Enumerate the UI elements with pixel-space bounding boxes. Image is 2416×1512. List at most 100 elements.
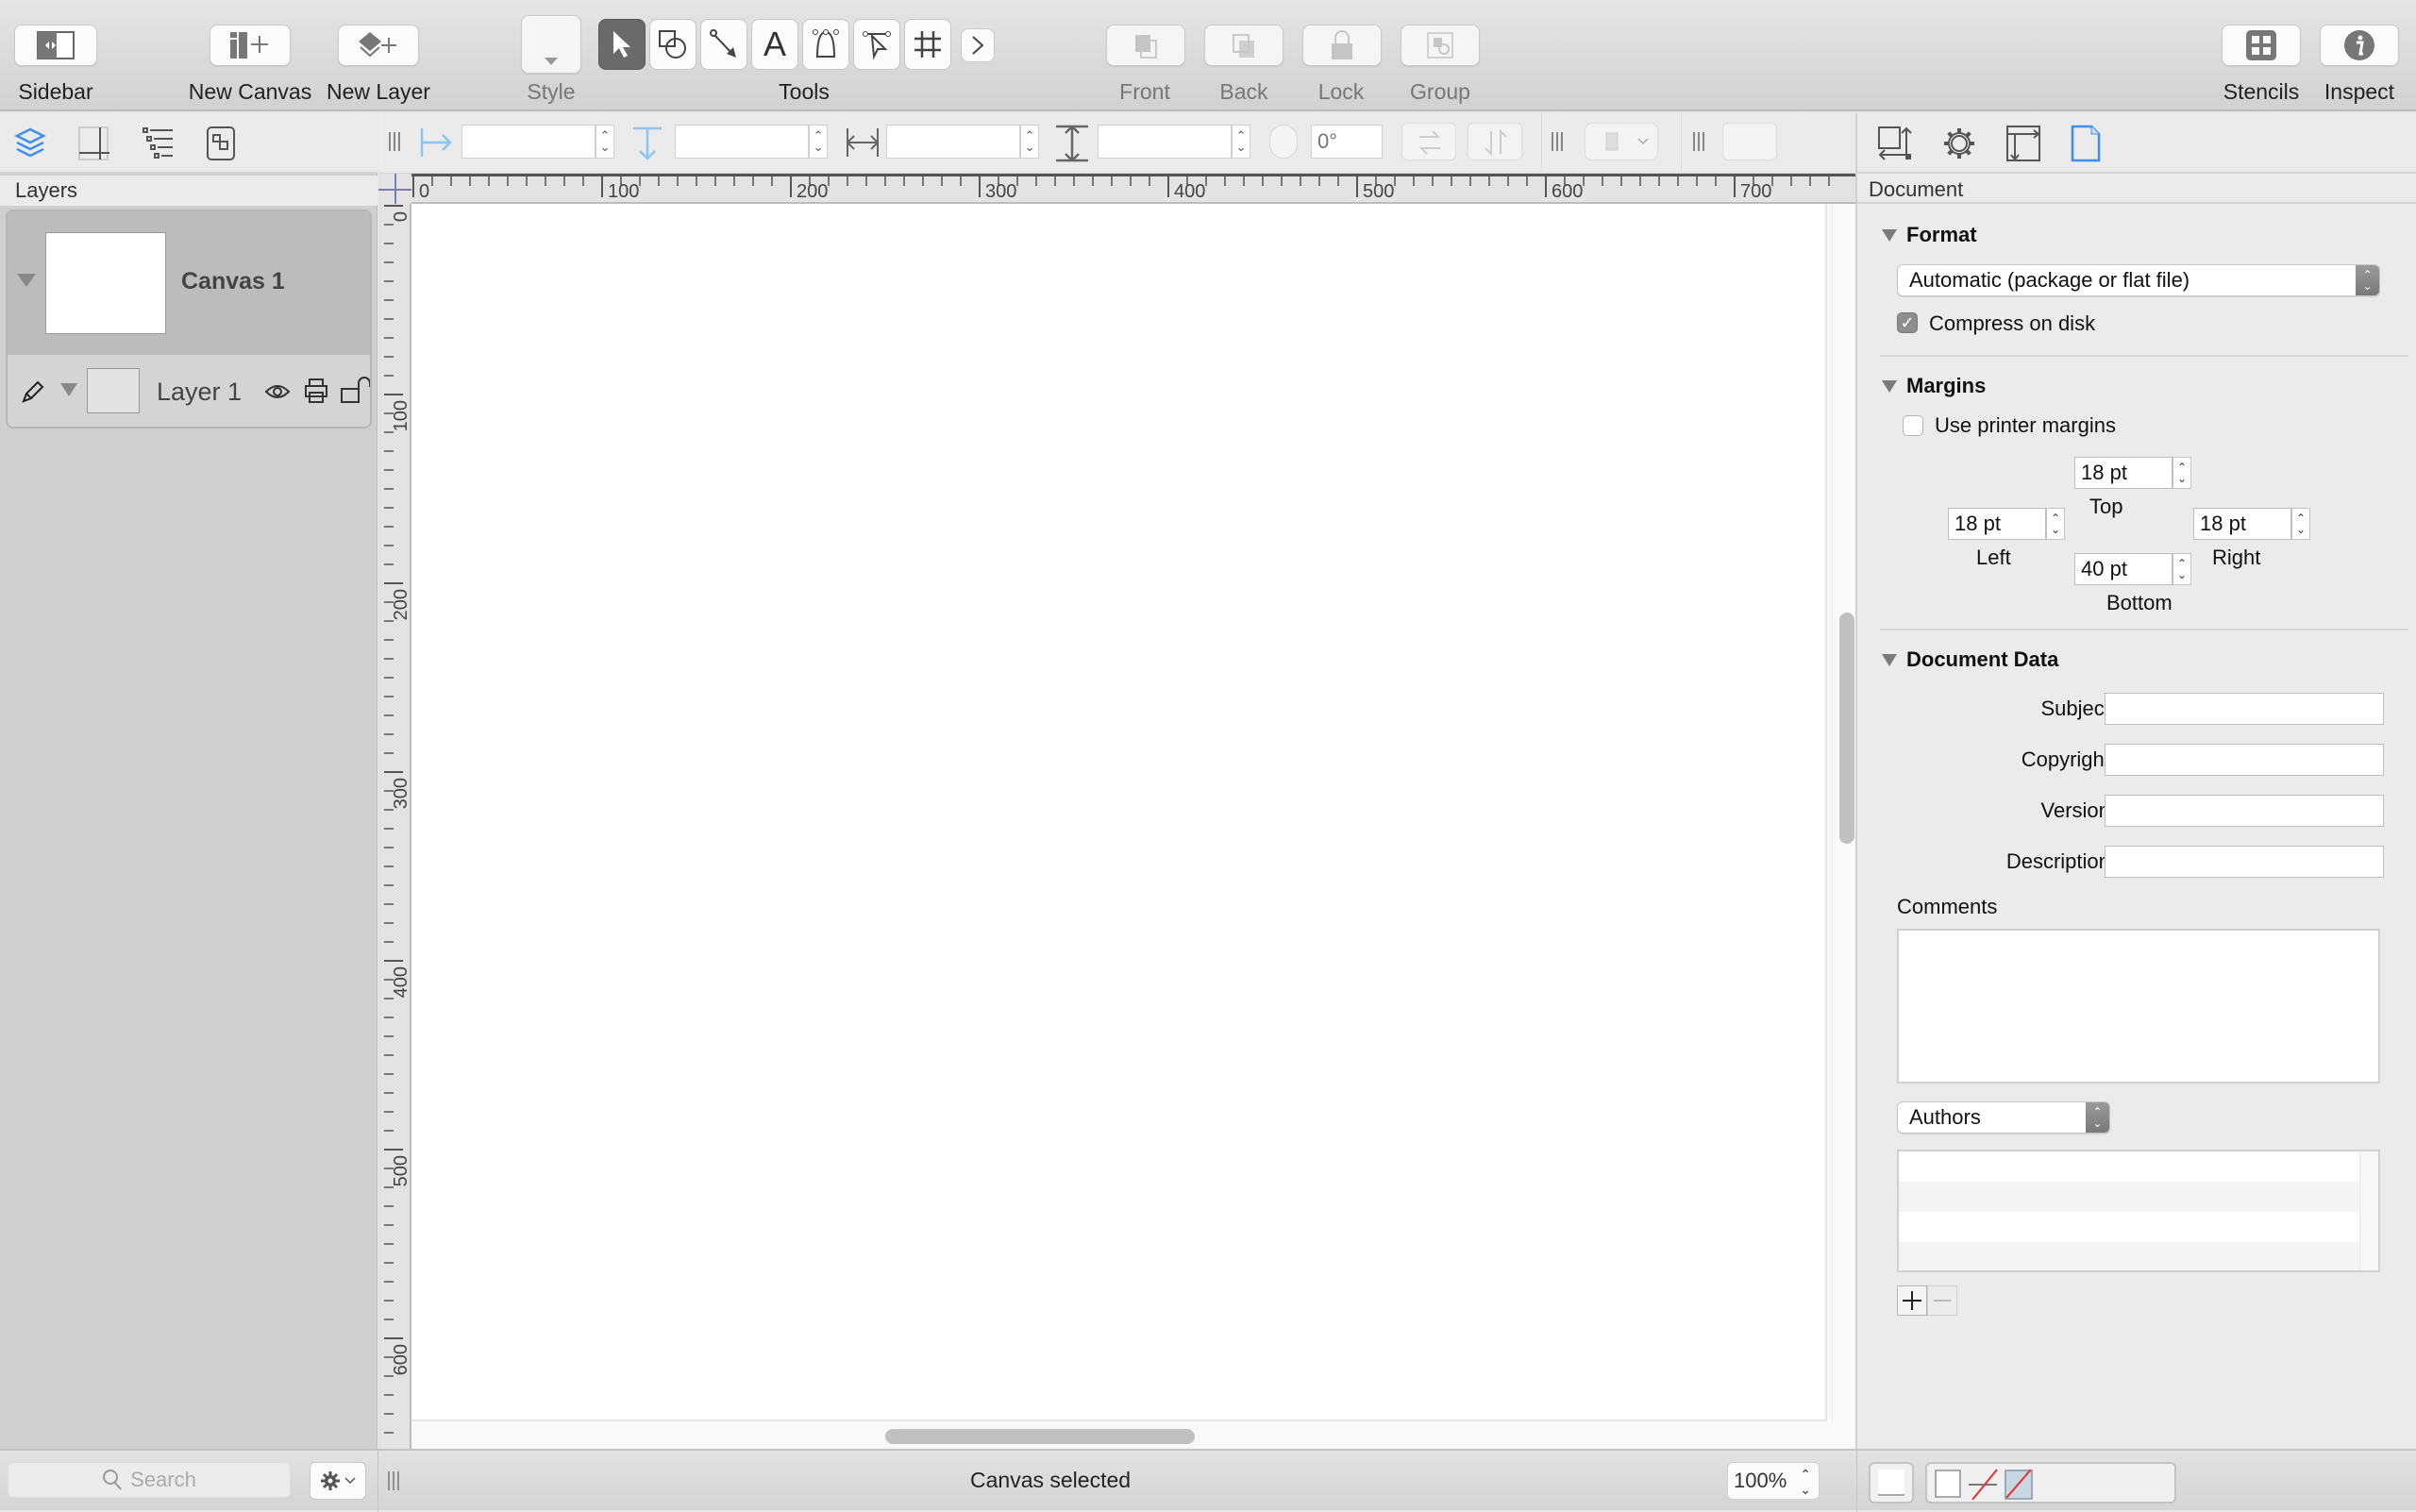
tab-document[interactable]: [2067, 125, 2105, 162]
send-back-button[interactable]: [1204, 25, 1284, 66]
style-button[interactable]: [521, 15, 581, 74]
description-field[interactable]: [2105, 846, 2384, 878]
drag-handle-icon[interactable]: [388, 130, 401, 153]
search-field[interactable]: Search: [8, 1462, 291, 1498]
zoom-stepper-icon[interactable]: ⌃ ⌄: [1800, 1463, 1811, 1497]
ruler-origin[interactable]: [378, 174, 411, 204]
width-field[interactable]: [886, 125, 1020, 159]
new-canvas-button[interactable]: [210, 25, 291, 66]
rotation-knob[interactable]: [1269, 125, 1298, 159]
y-position-stepper[interactable]: ⌃ ⌄: [809, 125, 828, 159]
margin-bottom-stepper[interactable]: ⌃ ⌄: [2173, 553, 2191, 585]
file-format-popup[interactable]: Automatic (package or flat file) ⌃ ⌄: [1897, 264, 2380, 296]
color-well-button[interactable]: [1722, 123, 1777, 160]
layer-row[interactable]: Layer 1: [8, 355, 372, 427]
shadow-style-popup[interactable]: [1585, 123, 1658, 160]
drag-handle-icon[interactable]: [1692, 130, 1705, 153]
canvas-color-well[interactable]: [1869, 1462, 1914, 1504]
compress-on-disk-checkbox[interactable]: ✓: [1897, 312, 1918, 333]
version-field[interactable]: [2105, 795, 2384, 827]
zoom-level-field[interactable]: 100% ⌃ ⌄: [1727, 1462, 1820, 1500]
unlocked-icon[interactable]: [340, 376, 372, 404]
flip-horizontal-button[interactable]: [1401, 123, 1456, 160]
margin-right-stepper[interactable]: ⌃ ⌄: [2291, 508, 2310, 540]
no-image-icon[interactable]: [2005, 1470, 2033, 1500]
layer-name[interactable]: Layer 1: [157, 378, 242, 407]
tool-table[interactable]: [904, 19, 951, 70]
no-stroke-icon[interactable]: [1969, 1470, 1999, 1500]
layer-actions-button[interactable]: [310, 1462, 366, 1500]
y-position-field[interactable]: [675, 125, 809, 159]
flip-vertical-button[interactable]: [1468, 123, 1522, 160]
x-position-field[interactable]: [461, 125, 596, 159]
fill-swatch[interactable]: [1935, 1470, 1961, 1498]
tool-selection[interactable]: [598, 19, 646, 70]
margin-left-stepper[interactable]: ⌃ ⌄: [2046, 508, 2065, 540]
canvas-name[interactable]: Canvas 1: [181, 268, 285, 295]
text-tool-icon: A: [763, 25, 786, 63]
table-row[interactable]: [1899, 1212, 2359, 1242]
table-row[interactable]: [1899, 1151, 2359, 1182]
style-tray[interactable]: [1925, 1462, 2176, 1504]
tab-canvas-size[interactable]: [1876, 125, 1914, 162]
margins-section-header[interactable]: Margins: [1882, 374, 1986, 398]
width-stepper[interactable]: ⌃ ⌄: [1020, 125, 1039, 159]
margin-bottom-field[interactable]: [2074, 553, 2173, 585]
tool-pen[interactable]: [802, 19, 849, 70]
drag-handle-icon[interactable]: [1551, 130, 1564, 153]
margin-right-field[interactable]: [2193, 508, 2291, 540]
copyright-field[interactable]: [2105, 744, 2384, 776]
crosshair-icon: [378, 174, 411, 204]
tool-line[interactable]: [700, 19, 747, 70]
visibility-eye-icon[interactable]: [264, 381, 291, 402]
table-scrollbar[interactable]: [2359, 1151, 2378, 1270]
canvas-page[interactable]: [411, 204, 1827, 1421]
disclosure-triangle-icon[interactable]: [17, 274, 36, 287]
tab-selection[interactable]: [202, 125, 240, 162]
canvas-row[interactable]: Canvas 1: [8, 211, 370, 355]
group-button[interactable]: [1401, 25, 1480, 66]
authors-table[interactable]: [1897, 1150, 2380, 1272]
inspect-button[interactable]: [2320, 25, 2399, 66]
tab-canvas-outline[interactable]: [76, 125, 113, 162]
tab-outline[interactable]: [140, 125, 177, 162]
more-tools-button[interactable]: [961, 28, 995, 62]
lock-button[interactable]: [1302, 25, 1382, 66]
use-printer-margins-checkbox[interactable]: [1903, 415, 1923, 436]
format-section-header[interactable]: Format: [1882, 223, 1977, 247]
disclosure-triangle-icon[interactable]: [60, 383, 77, 396]
new-layer-button[interactable]: [338, 25, 419, 66]
margin-top-stepper[interactable]: ⌃ ⌄: [2173, 457, 2191, 489]
margin-left-field[interactable]: [1948, 508, 2046, 540]
remove-author-button[interactable]: [1927, 1285, 1957, 1316]
tab-ruler-grid[interactable]: [2005, 125, 2042, 162]
tab-layers[interactable]: [11, 125, 49, 162]
vertical-scrollbar[interactable]: [1832, 204, 1855, 1421]
pencil-edit-icon[interactable]: [21, 379, 45, 404]
comments-textarea[interactable]: [1897, 929, 2380, 1084]
tab-settings[interactable]: [1940, 125, 1978, 162]
bring-front-button[interactable]: [1106, 25, 1185, 66]
vertical-ruler[interactable]: 0 100 200 300 400 500 600: [378, 204, 411, 1453]
x-position-stepper[interactable]: ⌃ ⌄: [596, 125, 614, 159]
height-field[interactable]: [1098, 125, 1232, 159]
document-data-section-header[interactable]: Document Data: [1882, 647, 2058, 672]
table-row[interactable]: [1899, 1242, 2359, 1270]
height-stepper[interactable]: ⌃ ⌄: [1232, 125, 1250, 159]
tool-text[interactable]: A: [751, 19, 798, 70]
rotation-field[interactable]: [1311, 125, 1383, 159]
stencils-button[interactable]: [2222, 25, 2301, 66]
tool-shape[interactable]: [649, 19, 696, 70]
printer-icon[interactable]: [304, 378, 328, 404]
table-row[interactable]: [1899, 1182, 2359, 1212]
subject-field[interactable]: [2105, 693, 2384, 725]
horizontal-ruler[interactable]: 0 100 200 300 400 500 600 700: [411, 174, 1855, 204]
vertical-scroll-thumb[interactable]: [1839, 613, 1854, 844]
drag-handle-icon[interactable]: [387, 1470, 400, 1492]
add-author-button[interactable]: [1897, 1285, 1927, 1316]
tool-point-editor[interactable]: [853, 19, 900, 70]
sidebar-toggle-button[interactable]: [14, 25, 97, 66]
horizontal-scroll-thumb[interactable]: [885, 1429, 1195, 1444]
list-type-popup[interactable]: Authors ⌃ ⌄: [1897, 1101, 2110, 1134]
margin-top-field[interactable]: [2074, 457, 2173, 489]
